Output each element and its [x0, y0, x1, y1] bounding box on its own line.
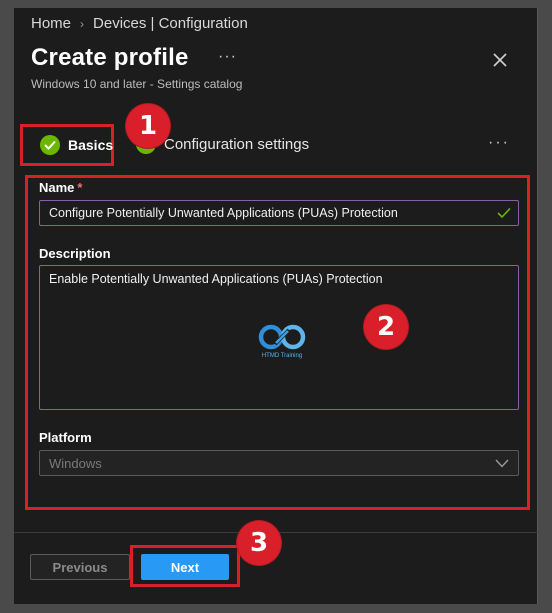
breadcrumb-home[interactable]: Home: [31, 15, 71, 32]
breadcrumb-separator: ›: [80, 16, 85, 31]
valid-check-icon: [497, 207, 511, 219]
watermark-logo: HTMD Training: [254, 322, 310, 366]
name-input[interactable]: Configure Potentially Unwanted Applicati…: [39, 200, 519, 226]
callout-badge-2: 2: [364, 305, 408, 349]
check-circle-icon: [40, 135, 60, 155]
tabs-more-icon[interactable]: ···: [488, 134, 510, 152]
htmd-logo-icon: [258, 324, 306, 350]
more-options-icon[interactable]: ···: [218, 48, 237, 66]
name-label-text: Name: [39, 180, 75, 195]
chevron-down-icon: [495, 459, 509, 468]
callout-badge-3: 3: [237, 521, 281, 565]
platform-select[interactable]: Windows: [39, 450, 519, 476]
watermark-text: HTMD Training: [261, 353, 303, 359]
callout-badge-1: 1: [126, 104, 170, 148]
platform-label: Platform: [39, 430, 92, 445]
next-button[interactable]: Next: [141, 554, 229, 580]
name-input-value: Configure Potentially Unwanted Applicati…: [49, 206, 398, 220]
page-subtitle: Windows 10 and later - Settings catalog: [31, 77, 243, 91]
breadcrumb: Home › Devices | Configuration: [31, 15, 248, 32]
description-label: Description: [39, 246, 111, 261]
platform-value: Windows: [49, 455, 102, 471]
close-icon[interactable]: [490, 50, 510, 70]
page-title: Create profile: [31, 44, 189, 71]
tab-basics-label: Basics: [68, 137, 114, 153]
name-label: Name *: [39, 180, 82, 195]
required-marker: *: [77, 180, 83, 195]
description-value: Enable Potentially Unwanted Applications…: [49, 272, 383, 286]
previous-button[interactable]: Previous: [30, 554, 130, 580]
tab-basics[interactable]: Basics: [20, 124, 114, 166]
breadcrumb-devices-configuration[interactable]: Devices | Configuration: [93, 15, 248, 32]
tab-configuration-settings-label: Configuration settings: [164, 135, 310, 153]
